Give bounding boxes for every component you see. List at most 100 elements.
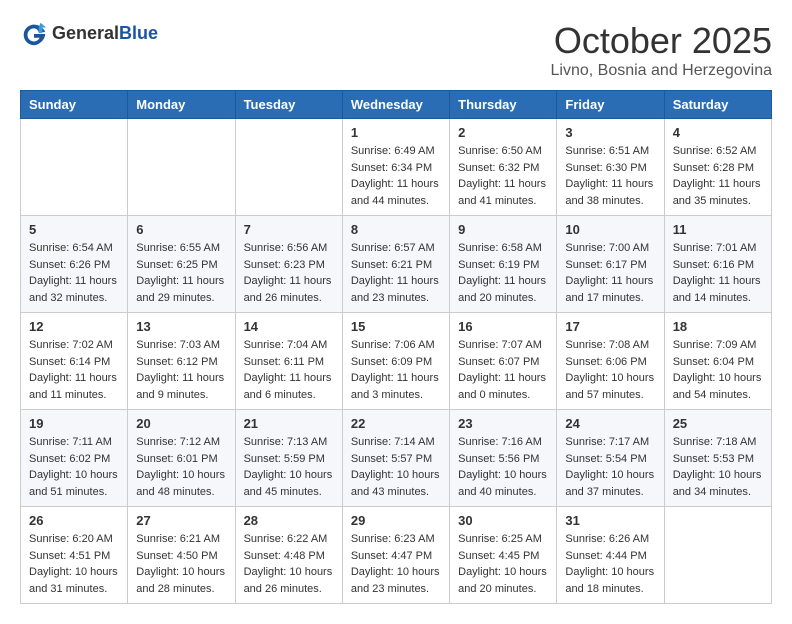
calendar-cell: 17Sunrise: 7:08 AM Sunset: 6:06 PM Dayli… [557,313,664,410]
day-info: Sunrise: 7:13 AM Sunset: 5:59 PM Dayligh… [244,434,334,500]
calendar-cell: 19 Sunrise: 7:11 AM Sunset: 6:02 PM Dayli… [21,410,128,507]
day-number: 16 [458,319,548,334]
day-number: 1 [351,125,441,140]
month-title: October 2025 [551,20,772,62]
calendar-cell [664,507,771,604]
day-info: Sunrise: 7:04 AM Sunset: 6:11 PM Dayligh… [244,337,334,403]
weekday-header-thursday: Thursday [450,91,557,119]
day-number: 23 [458,416,548,431]
calendar-cell: 21Sunrise: 7:13 AM Sunset: 5:59 PM Dayli… [235,410,342,507]
calendar-cell: 20 Sunrise: 7:12 AM Sunset: 6:01 PM Dayli… [128,410,235,507]
day-number: 2 [458,125,548,140]
day-info: Sunrise: 7:06 AM Sunset: 6:09 PM Dayligh… [351,337,441,403]
calendar-cell: 11 Sunrise: 7:01 AM Sunset: 6:16 PM Dayli… [664,216,771,313]
calendar-week-5: 26 Sunrise: 6:20 AM Sunset: 4:51 PM Dayli… [21,507,772,604]
day-number: 10 [565,222,655,237]
day-info: Sunrise: 6:25 AM Sunset: 4:45 PM Dayligh… [458,531,548,597]
day-info: Sunrise: 7:08 AM Sunset: 6:06 PM Dayligh… [565,337,655,403]
calendar-week-4: 19 Sunrise: 7:11 AM Sunset: 6:02 PM Dayli… [21,410,772,507]
calendar-cell: 26 Sunrise: 6:20 AM Sunset: 4:51 PM Dayli… [21,507,128,604]
weekday-header-monday: Monday [128,91,235,119]
calendar-cell: 10 Sunrise: 7:00 AM Sunset: 6:17 PM Dayli… [557,216,664,313]
calendar-cell: 8 Sunrise: 6:57 AM Sunset: 6:21 PM Daylig… [342,216,449,313]
calendar-cell: 2 Sunrise: 6:50 AM Sunset: 6:32 PM Daylig… [450,119,557,216]
day-info: Sunrise: 6:51 AM Sunset: 6:30 PM Dayligh… [565,143,655,209]
calendar-cell: 13Sunrise: 7:03 AM Sunset: 6:12 PM Dayli… [128,313,235,410]
day-number: 8 [351,222,441,237]
day-number: 31 [565,513,655,528]
day-number: 14 [244,319,334,334]
day-info: Sunrise: 7:12 AM Sunset: 6:01 PM Dayligh… [136,434,226,500]
calendar-cell: 25Sunrise: 7:18 AM Sunset: 5:53 PM Dayli… [664,410,771,507]
calendar-cell: 4 Sunrise: 6:52 AM Sunset: 6:28 PM Daylig… [664,119,771,216]
weekday-header-friday: Friday [557,91,664,119]
logo-text: GeneralBlue [52,24,158,44]
calendar-cell: 18 Sunrise: 7:09 AM Sunset: 6:04 PM Dayli… [664,313,771,410]
day-number: 6 [136,222,226,237]
calendar-table: SundayMondayTuesdayWednesdayThursdayFrid… [20,90,772,604]
logo: GeneralBlue [20,20,158,48]
calendar-cell: 3Sunrise: 6:51 AM Sunset: 6:30 PM Daylig… [557,119,664,216]
calendar-cell: 12 Sunrise: 7:02 AM Sunset: 6:14 PM Dayli… [21,313,128,410]
day-number: 30 [458,513,548,528]
day-number: 26 [29,513,119,528]
day-info: Sunrise: 6:20 AM Sunset: 4:51 PM Dayligh… [29,531,119,597]
day-number: 22 [351,416,441,431]
day-info: Sunrise: 6:55 AM Sunset: 6:25 PM Dayligh… [136,240,226,306]
day-number: 7 [244,222,334,237]
day-info: Sunrise: 6:54 AM Sunset: 6:26 PM Dayligh… [29,240,119,306]
day-info: Sunrise: 7:11 AM Sunset: 6:02 PM Dayligh… [29,434,119,500]
day-info: Sunrise: 7:01 AM Sunset: 6:16 PM Dayligh… [673,240,763,306]
day-number: 28 [244,513,334,528]
weekday-header-sunday: Sunday [21,91,128,119]
day-info: Sunrise: 6:49 AM Sunset: 6:34 PM Dayligh… [351,143,441,209]
day-info: Sunrise: 6:57 AM Sunset: 6:21 PM Dayligh… [351,240,441,306]
calendar-week-2: 5 Sunrise: 6:54 AM Sunset: 6:26 PM Daylig… [21,216,772,313]
day-info: Sunrise: 7:16 AM Sunset: 5:56 PM Dayligh… [458,434,548,500]
calendar-cell: 30 Sunrise: 6:25 AM Sunset: 4:45 PM Dayli… [450,507,557,604]
weekday-header-tuesday: Tuesday [235,91,342,119]
day-info: Sunrise: 6:56 AM Sunset: 6:23 PM Dayligh… [244,240,334,306]
calendar-cell: 9Sunrise: 6:58 AM Sunset: 6:19 PM Daylig… [450,216,557,313]
day-info: Sunrise: 7:14 AM Sunset: 5:57 PM Dayligh… [351,434,441,500]
day-number: 25 [673,416,763,431]
day-info: Sunrise: 7:02 AM Sunset: 6:14 PM Dayligh… [29,337,119,403]
day-number: 27 [136,513,226,528]
day-info: Sunrise: 7:09 AM Sunset: 6:04 PM Dayligh… [673,337,763,403]
calendar-cell: 14 Sunrise: 7:04 AM Sunset: 6:11 PM Dayli… [235,313,342,410]
day-info: Sunrise: 6:21 AM Sunset: 4:50 PM Dayligh… [136,531,226,597]
day-info: Sunrise: 6:52 AM Sunset: 6:28 PM Dayligh… [673,143,763,209]
day-number: 18 [673,319,763,334]
day-number: 20 [136,416,226,431]
day-number: 19 [29,416,119,431]
day-info: Sunrise: 7:00 AM Sunset: 6:17 PM Dayligh… [565,240,655,306]
logo-icon [20,20,48,48]
day-number: 11 [673,222,763,237]
calendar-cell: 1 Sunrise: 6:49 AM Sunset: 6:34 PM Daylig… [342,119,449,216]
weekday-header-saturday: Saturday [664,91,771,119]
calendar-cell: 27 Sunrise: 6:21 AM Sunset: 4:50 PM Dayli… [128,507,235,604]
calendar-cell: 16Sunrise: 7:07 AM Sunset: 6:07 PM Dayli… [450,313,557,410]
day-number: 15 [351,319,441,334]
day-info: Sunrise: 6:50 AM Sunset: 6:32 PM Dayligh… [458,143,548,209]
calendar-cell: 22 Sunrise: 7:14 AM Sunset: 5:57 PM Dayli… [342,410,449,507]
calendar-week-3: 12 Sunrise: 7:02 AM Sunset: 6:14 PM Dayli… [21,313,772,410]
day-number: 12 [29,319,119,334]
day-info: Sunrise: 6:22 AM Sunset: 4:48 PM Dayligh… [244,531,334,597]
day-info: Sunrise: 6:23 AM Sunset: 4:47 PM Dayligh… [351,531,441,597]
weekday-header-wednesday: Wednesday [342,91,449,119]
calendar-cell: 24 Sunrise: 7:17 AM Sunset: 5:54 PM Dayli… [557,410,664,507]
calendar-cell [21,119,128,216]
day-info: Sunrise: 7:03 AM Sunset: 6:12 PM Dayligh… [136,337,226,403]
calendar-cell: 28 Sunrise: 6:22 AM Sunset: 4:48 PM Dayli… [235,507,342,604]
calendar-cell: 7 Sunrise: 6:56 AM Sunset: 6:23 PM Daylig… [235,216,342,313]
day-number: 5 [29,222,119,237]
day-number: 24 [565,416,655,431]
calendar-cell: 23 Sunrise: 7:16 AM Sunset: 5:56 PM Dayli… [450,410,557,507]
location-subtitle: Livno, Bosnia and Herzegovina [551,62,772,80]
calendar-cell [128,119,235,216]
page-header: GeneralBlue October 2025 Livno, Bosnia a… [20,20,772,80]
logo-general: GeneralBlue [52,24,158,44]
day-info: Sunrise: 7:17 AM Sunset: 5:54 PM Dayligh… [565,434,655,500]
day-number: 4 [673,125,763,140]
